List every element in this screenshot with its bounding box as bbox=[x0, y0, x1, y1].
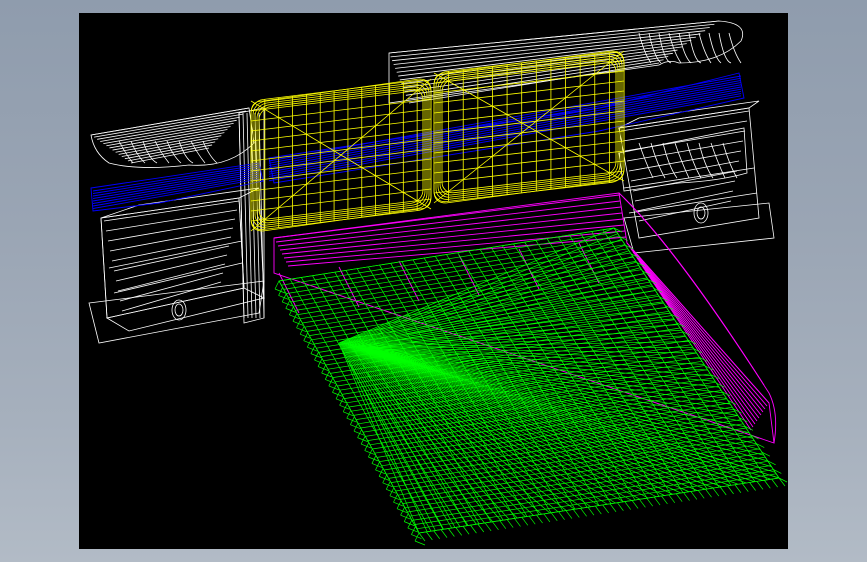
cad-viewport[interactable] bbox=[79, 13, 788, 549]
window-background bbox=[0, 0, 867, 562]
wireframe-canvas[interactable] bbox=[79, 13, 788, 549]
mattress-wireframe bbox=[274, 227, 788, 546]
